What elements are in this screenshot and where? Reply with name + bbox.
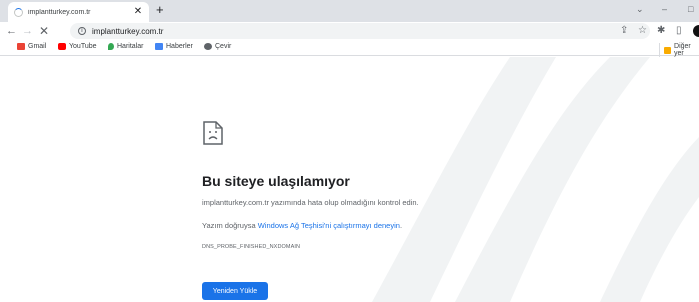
error-suggestion-diagnostics: Yazım doğruysa Windows Ağ Teşhisi'ni çal… — [202, 221, 402, 230]
bookmark-youtube[interactable]: YouTube — [58, 43, 97, 50]
tab-strip: implantturkey.com.tr ✕ + ⌄ – □ — [0, 0, 699, 22]
avatar[interactable] — [693, 25, 699, 37]
bookmark-gmail[interactable]: Gmail — [17, 43, 46, 50]
toolbar: ← → ✕ i implantturkey.com.tr ⇪ ☆ ✱ ▯ — [0, 22, 699, 40]
new-tab-button[interactable]: + — [156, 3, 164, 17]
bookmark-maps[interactable]: Haritalar — [108, 43, 143, 50]
diagnostics-prefix: Yazım doğruysa — [202, 221, 258, 230]
error-page: Bu siteye ulaşılamıyor implantturkey.com… — [0, 57, 699, 302]
error-heading: Bu siteye ulaşılamıyor — [202, 173, 350, 189]
tab-active[interactable]: implantturkey.com.tr ✕ — [8, 2, 149, 22]
bookmarks-bar: Gmail YouTube Haritalar Haberler Çevir D… — [0, 40, 699, 57]
close-tab-icon[interactable]: ✕ — [133, 7, 143, 17]
other-bookmarks-label: Diğer yer — [674, 43, 691, 57]
tab-search-chevron-icon[interactable]: ⌄ — [636, 4, 644, 15]
info-icon[interactable]: i — [78, 27, 86, 35]
maps-icon — [108, 43, 114, 50]
bookmark-label: Haritalar — [117, 43, 144, 50]
minimize-button[interactable]: – — [662, 4, 667, 14]
maximize-button[interactable]: □ — [688, 4, 693, 14]
bookmark-label: Gmail — [28, 43, 47, 50]
error-suggestion-spelling: implantturkey.com.tr yazımında hata olup… — [202, 198, 419, 207]
address-bar[interactable]: i implantturkey.com.tr — [70, 23, 650, 39]
bookmark-label: Çevir — [215, 43, 232, 50]
url-text: implantturkey.com.tr — [92, 26, 164, 36]
translate-icon — [204, 43, 212, 50]
bookmark-label: Haberler — [166, 43, 193, 50]
network-diagnostics-link[interactable]: Windows Ağ Teşhisi'ni çalıştırmayı deney… — [258, 221, 400, 230]
bookmark-star-icon[interactable]: ☆ — [638, 24, 647, 38]
sad-document-icon — [203, 121, 223, 145]
stop-button[interactable]: ✕ — [39, 24, 49, 38]
extensions-icon[interactable]: ✱ — [657, 24, 665, 38]
side-panel-icon[interactable]: ▯ — [676, 24, 682, 38]
error-code: DNS_PROBE_FINISHED_NXDOMAIN — [202, 244, 301, 250]
bookmark-label: YouTube — [69, 43, 97, 50]
gmail-icon — [17, 43, 25, 50]
news-icon — [155, 43, 163, 50]
reload-button[interactable]: Yeniden Yükle — [202, 282, 268, 300]
diagnostics-suffix: . — [399, 221, 403, 230]
share-icon[interactable]: ⇪ — [620, 24, 628, 38]
folder-icon — [664, 46, 672, 54]
forward-button[interactable]: → — [22, 24, 33, 38]
other-bookmarks[interactable]: Diğer yer — [659, 43, 699, 57]
bookmark-news[interactable]: Haberler — [155, 43, 193, 50]
tab-title: implantturkey.com.tr — [28, 8, 91, 16]
loading-spinner-icon — [14, 7, 23, 17]
youtube-icon — [58, 43, 66, 50]
back-button[interactable]: ← — [6, 24, 17, 38]
bookmark-translate[interactable]: Çevir — [204, 43, 231, 50]
